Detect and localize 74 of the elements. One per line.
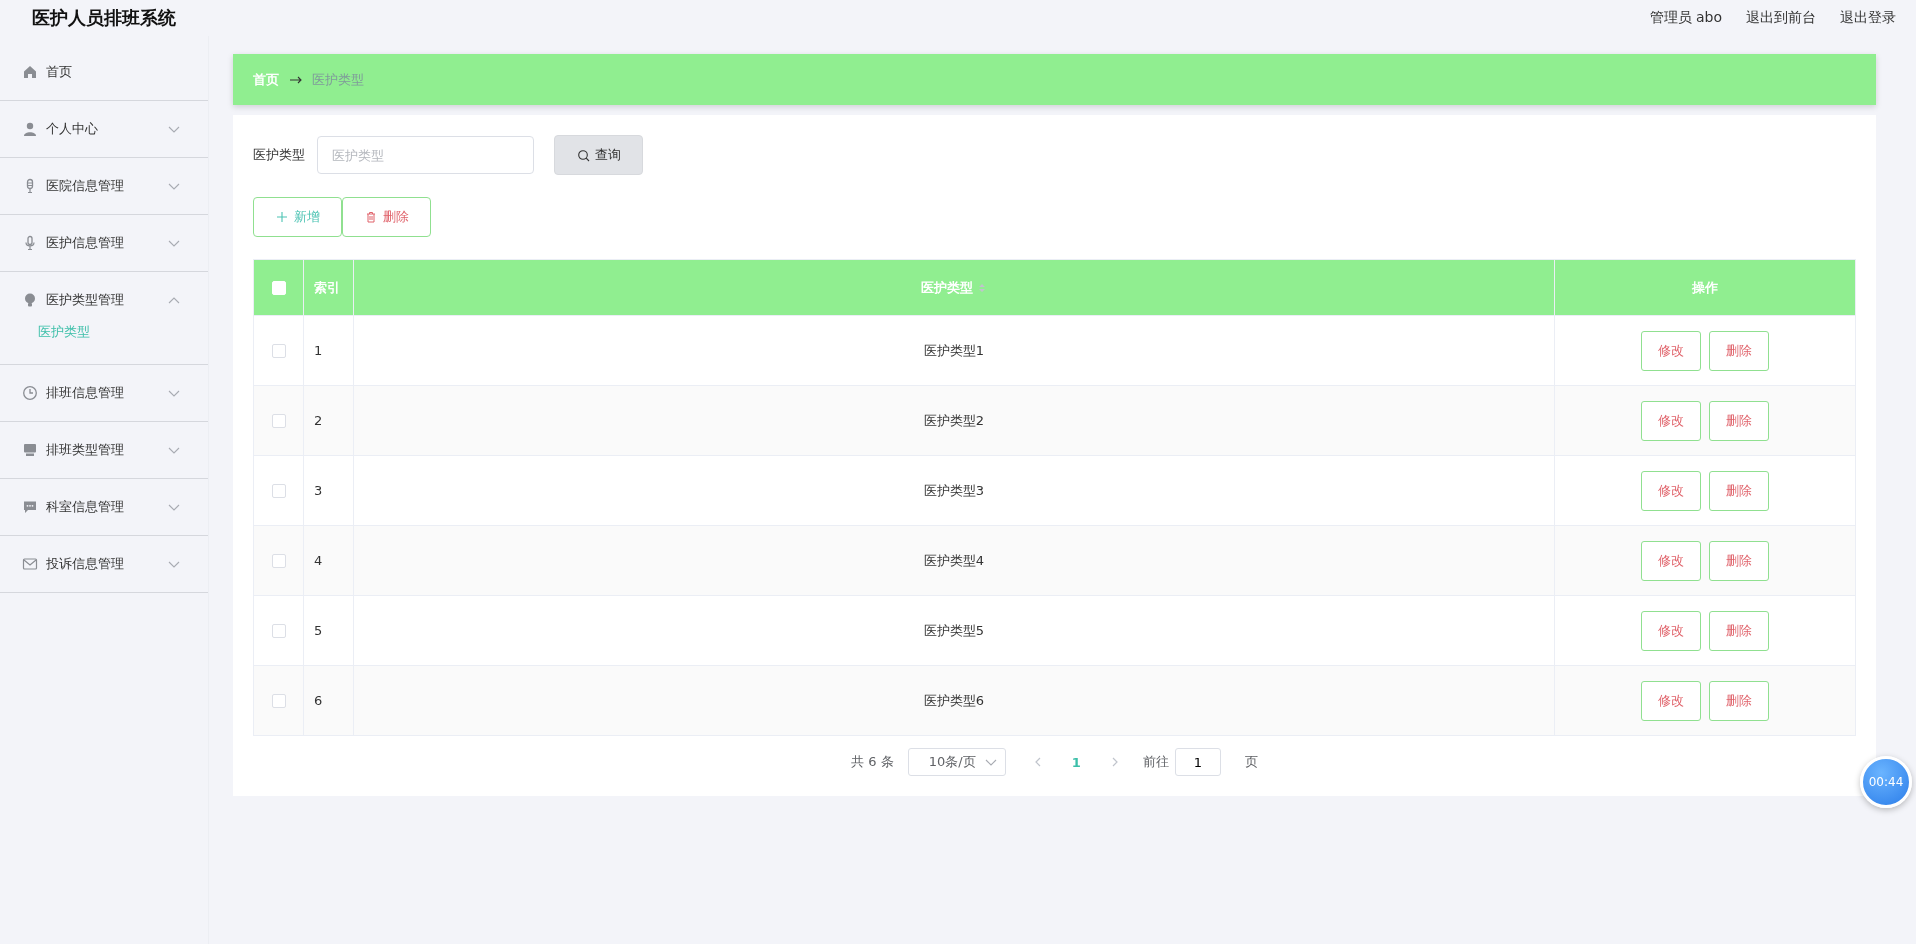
- app-title: 医护人员排班系统: [32, 6, 176, 30]
- table-cell: 医护类型4: [923, 551, 985, 570]
- edit-button[interactable]: 修改: [1641, 470, 1701, 511]
- total-count: 共 6 条: [851, 753, 894, 771]
- row-checkbox[interactable]: [271, 553, 286, 568]
- table-cell: 医护类型5: [923, 621, 985, 640]
- page-size-select[interactable]: 10条/页: [907, 748, 1006, 776]
- sidebar-item[interactable]: 投诉信息管理: [0, 536, 208, 592]
- edit-button[interactable]: 修改: [1641, 330, 1701, 371]
- delete-button[interactable]: 删除: [1709, 680, 1769, 721]
- add-button[interactable]: 新增: [253, 197, 342, 237]
- chevron-right-icon: [1110, 757, 1119, 767]
- monitor-icon: [22, 442, 38, 458]
- edit-button[interactable]: 修改: [1641, 400, 1701, 441]
- lightbulb-icon: [22, 292, 38, 308]
- chevron-down-icon: [984, 757, 997, 767]
- home-icon: [22, 64, 38, 80]
- row-checkbox[interactable]: [271, 343, 286, 358]
- column-header: 操作: [1692, 278, 1718, 297]
- goto-label: 前往: [1142, 753, 1169, 771]
- table-cell: 6: [314, 693, 323, 708]
- column-header: 医护类型: [921, 278, 973, 297]
- page-number[interactable]: 1: [1071, 754, 1081, 770]
- search-button[interactable]: 查询: [554, 135, 643, 175]
- sidebar-item[interactable]: 排班信息管理: [0, 365, 208, 421]
- table-cell: 1: [314, 343, 323, 358]
- delete-button[interactable]: 删除: [342, 197, 431, 237]
- sidebar-item[interactable]: 首页: [0, 44, 208, 100]
- table-cell: 5: [314, 623, 323, 638]
- page-input[interactable]: 1: [1174, 748, 1221, 776]
- delete-button[interactable]: 删除: [1709, 330, 1769, 371]
- delete-button[interactable]: 删除: [1709, 540, 1769, 581]
- sidebar-item[interactable]: 医院信息管理: [0, 158, 208, 214]
- delete-button[interactable]: 删除: [1709, 470, 1769, 511]
- sidebar-item[interactable]: 医护信息管理: [0, 215, 208, 271]
- table-cell: 2: [314, 413, 323, 428]
- mail-icon: [22, 556, 38, 572]
- sidebar-subitem[interactable]: 医护类型: [0, 314, 208, 350]
- header-link[interactable]: 管理员 abo: [1649, 9, 1722, 27]
- header-link[interactable]: 退出到前台: [1746, 9, 1816, 27]
- search-label: 医护类型: [253, 146, 305, 164]
- table-cell: 3: [314, 483, 323, 498]
- delete-button[interactable]: 删除: [1709, 610, 1769, 651]
- row-checkbox[interactable]: [271, 483, 286, 498]
- sidebar-item[interactable]: 个人中心: [0, 101, 208, 157]
- row-checkbox[interactable]: [271, 623, 286, 638]
- clock-icon: [22, 385, 38, 401]
- table-cell: 医护类型6: [923, 691, 985, 710]
- chevron-left-icon: [1033, 757, 1042, 767]
- sidebar-item[interactable]: 排班类型管理: [0, 422, 208, 478]
- breadcrumb-item: 医护类型: [312, 70, 364, 89]
- table-cell: 医护类型2: [923, 411, 985, 430]
- select-all-checkbox[interactable]: [271, 280, 286, 295]
- timer-badge[interactable]: 00:44: [1860, 756, 1912, 808]
- edit-button[interactable]: 修改: [1641, 540, 1701, 581]
- header-link[interactable]: 退出登录: [1840, 9, 1896, 27]
- chat-icon: [22, 499, 38, 515]
- search-icon: [576, 148, 590, 162]
- edit-button[interactable]: 修改: [1641, 610, 1701, 651]
- delete-button[interactable]: 删除: [1709, 400, 1769, 441]
- table-cell: 医护类型1: [923, 341, 985, 360]
- search-field[interactable]: 医护类型: [317, 136, 534, 174]
- column-header: 索引: [314, 278, 340, 297]
- plus-icon: [275, 211, 288, 223]
- edit-button[interactable]: 修改: [1641, 680, 1701, 721]
- sidebar-item[interactable]: 科室信息管理: [0, 479, 208, 535]
- row-checkbox[interactable]: [271, 413, 286, 428]
- trash-icon: [364, 211, 377, 223]
- page-suffix: 页: [1244, 753, 1258, 771]
- arrow-icon: [289, 74, 302, 85]
- row-checkbox[interactable]: [271, 693, 286, 708]
- table-cell: 4: [314, 553, 323, 568]
- table-cell: 医护类型3: [923, 481, 985, 500]
- user-icon: [22, 121, 38, 137]
